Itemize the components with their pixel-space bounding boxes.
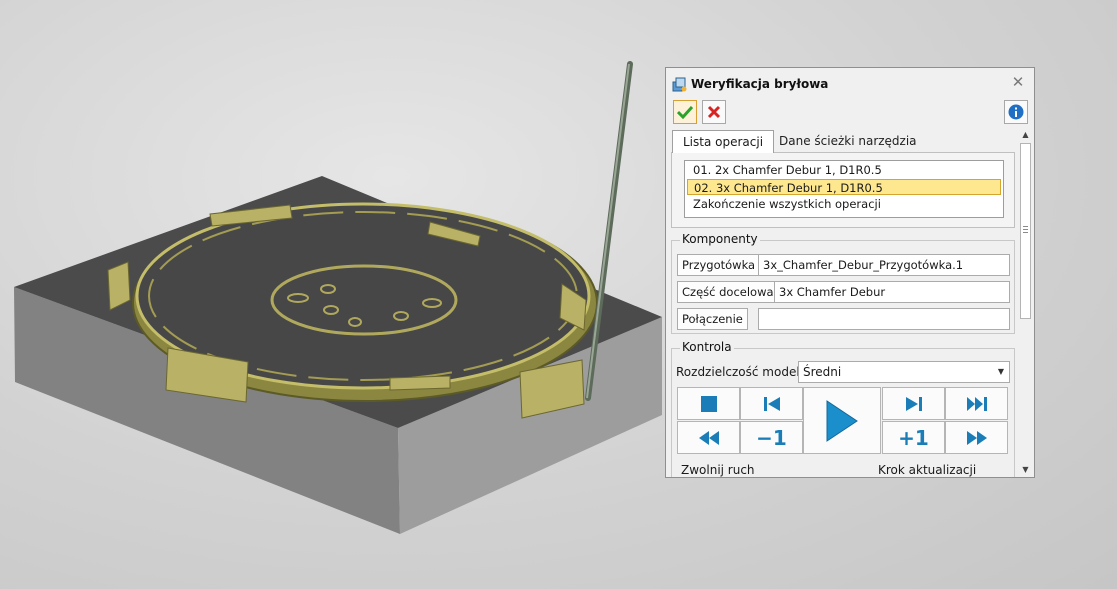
- close-icon[interactable]: ✕: [1011, 75, 1025, 90]
- ok-button[interactable]: [673, 100, 697, 124]
- plus-one-label: +1: [898, 425, 929, 450]
- rewind-icon: [698, 430, 719, 445]
- play-button[interactable]: [803, 387, 881, 454]
- components-group: Komponenty Przygotówka 3x_Chamfer_Debur_…: [671, 232, 1015, 334]
- list-item[interactable]: 01. 2x Chamfer Debur 1, D1R0.5: [687, 162, 1001, 178]
- control-group-label: Kontrola: [680, 340, 734, 354]
- operations-list[interactable]: 01. 2x Chamfer Debur 1, D1R0.5 02. 3x Ch…: [684, 160, 1004, 218]
- go-to-end-button[interactable]: [882, 387, 945, 420]
- stock-field[interactable]: 3x_Chamfer_Debur_Przygotówka.1: [758, 254, 1010, 276]
- target-part-button[interactable]: Część docelowa: [677, 281, 779, 303]
- info-button[interactable]: [1004, 100, 1028, 124]
- skip-to-start-icon: [763, 396, 780, 411]
- solid-verification-dialog: Weryfikacja bryłowa ✕ ▲ ▼ Lista operacji…: [665, 67, 1035, 478]
- fast-forward-button[interactable]: [945, 421, 1008, 454]
- step-back-button[interactable]: −1: [740, 421, 803, 454]
- rewind-button[interactable]: [677, 421, 740, 454]
- target-part-field[interactable]: 3x Chamfer Debur: [774, 281, 1010, 303]
- scroll-up-icon[interactable]: ▲: [1018, 128, 1033, 142]
- tab-toolpath-data[interactable]: Dane ścieżki narzędzia: [769, 130, 927, 152]
- dialog-titlebar: Weryfikacja bryłowa ✕: [666, 68, 1034, 100]
- go-to-start-button[interactable]: [740, 387, 803, 420]
- dialog-scrollbar[interactable]: ▲ ▼: [1018, 128, 1033, 477]
- fast-forward-icon: [966, 430, 987, 445]
- dialog-title: Weryfikacja bryłowa: [691, 77, 829, 91]
- slow-motion-label: Zwolnij ruch: [681, 463, 755, 477]
- list-item[interactable]: Zakończenie wszystkich operacji: [687, 196, 1001, 212]
- scroll-down-icon[interactable]: ▼: [1018, 463, 1033, 477]
- stop-icon: [700, 395, 717, 412]
- play-icon: [826, 399, 858, 442]
- fast-forward-end-icon: [966, 396, 987, 411]
- operations-tab-panel: 01. 2x Chamfer Debur 1, D1R0.5 02. 3x Ch…: [671, 152, 1015, 228]
- model-resolution-label: Rozdzielczość modelu: [676, 365, 808, 379]
- stock-button[interactable]: Przygotówka: [677, 254, 761, 276]
- update-step-label: Krok aktualizacji: [878, 463, 977, 477]
- skip-to-end-icon: [905, 396, 922, 411]
- cancel-button[interactable]: [702, 100, 726, 124]
- components-group-label: Komponenty: [680, 232, 760, 246]
- solid-verification-icon: [672, 77, 687, 92]
- checkmark-icon: [677, 105, 693, 119]
- control-group: Kontrola Rozdzielczość modelu Średni ▼ −…: [671, 340, 1015, 477]
- connection-button[interactable]: Połączenie: [677, 308, 748, 330]
- stop-button[interactable]: [677, 387, 740, 420]
- model-resolution-select[interactable]: Średni ▼: [798, 361, 1010, 383]
- fast-forward-to-end-button[interactable]: [945, 387, 1008, 420]
- list-item-selected[interactable]: 02. 3x Chamfer Debur 1, D1R0.5: [687, 179, 1001, 195]
- tab-operations-list[interactable]: Lista operacji: [672, 130, 775, 153]
- red-x-icon: [707, 105, 721, 119]
- step-forward-button[interactable]: +1: [882, 421, 945, 454]
- chevron-down-icon: ▼: [997, 367, 1004, 376]
- scroll-thumb[interactable]: [1020, 143, 1031, 319]
- info-icon: [1008, 104, 1024, 120]
- minus-one-label: −1: [756, 425, 787, 450]
- connection-field[interactable]: [758, 308, 1010, 330]
